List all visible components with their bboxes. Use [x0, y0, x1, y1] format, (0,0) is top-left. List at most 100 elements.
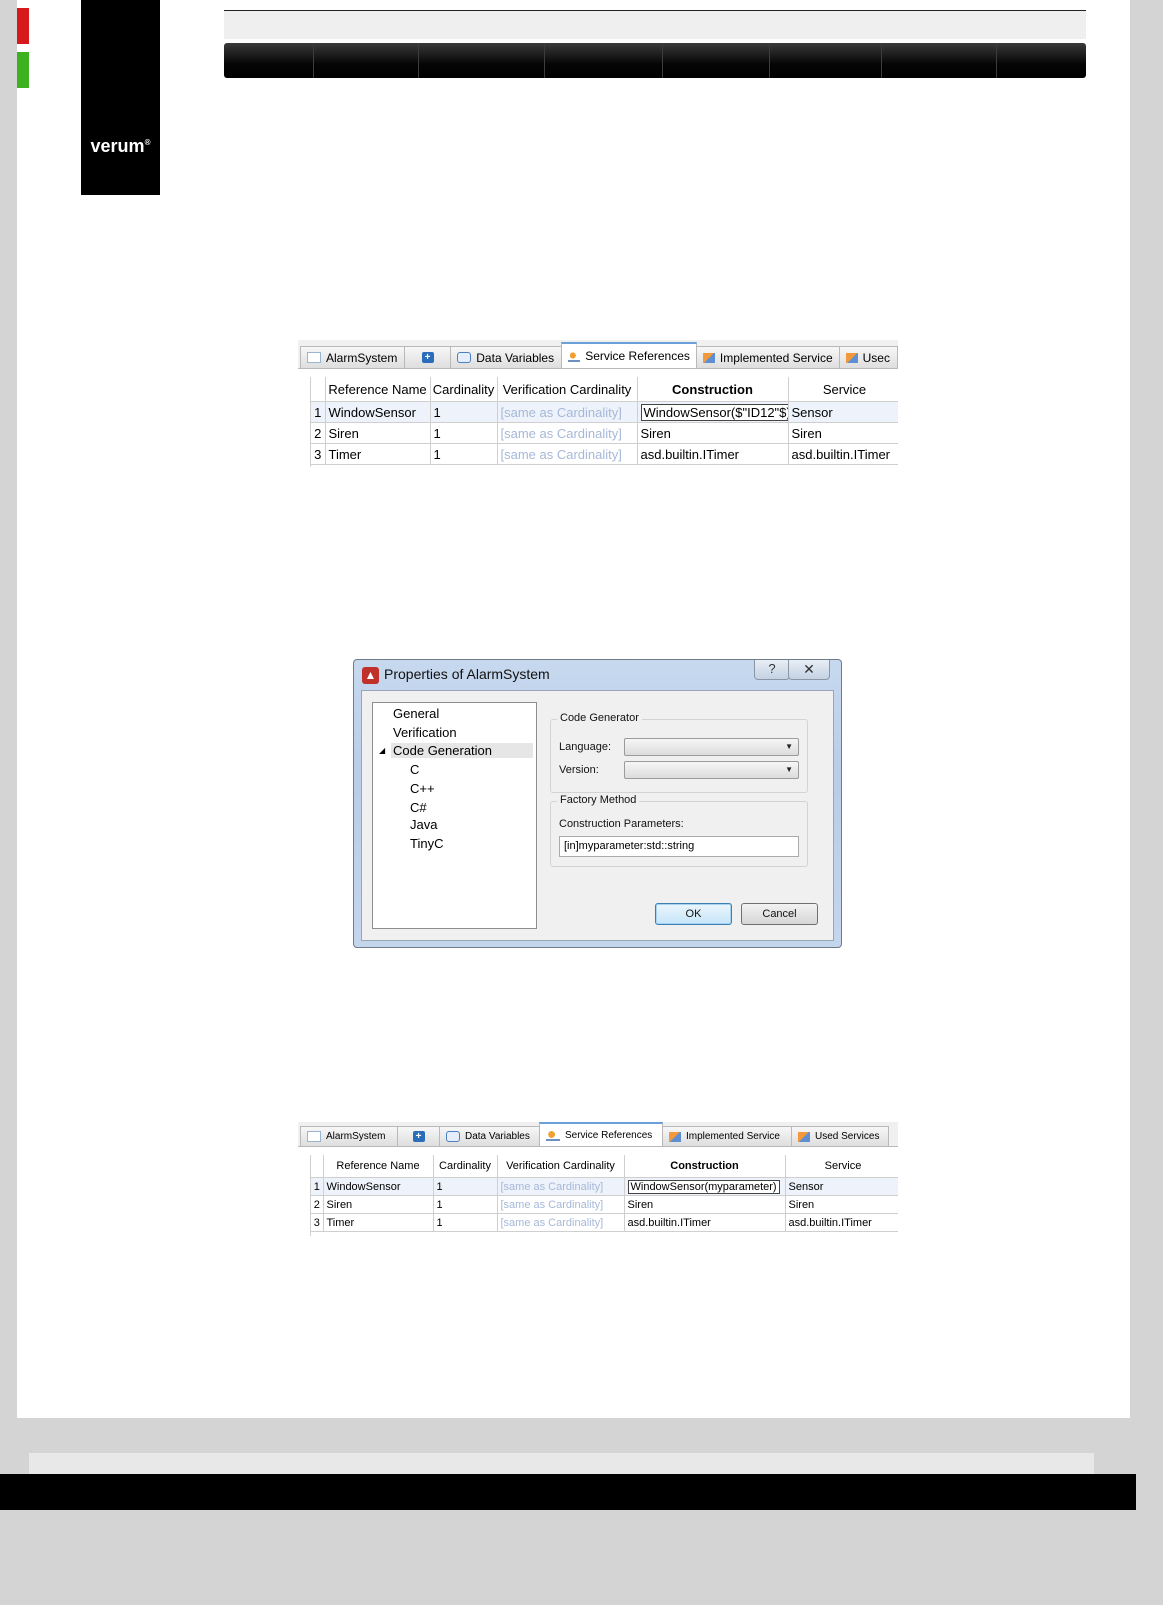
column-header-reference-name[interactable]: Reference Name [325, 377, 431, 402]
column-header-verification-cardinality[interactable]: Verification Cardinality [497, 377, 638, 402]
column-header-reference-name[interactable]: Reference Name [323, 1155, 434, 1178]
dialog-body: General Verification ◢ Code Generation C… [361, 690, 834, 941]
table-row[interactable]: 3 Timer 1 [same as Cardinality] asd.buil… [311, 1213, 898, 1232]
service-cell[interactable]: Sensor [788, 401, 898, 423]
tree-item-csharp[interactable]: C# [410, 800, 427, 815]
nav-item[interactable] [663, 43, 770, 78]
cardinality-cell[interactable]: 1 [430, 401, 498, 423]
verification-cardinality-cell[interactable]: [same as Cardinality] [497, 1195, 625, 1214]
accent-bar-red [17, 8, 29, 44]
reference-name-cell[interactable]: Timer [323, 1213, 434, 1232]
tab-implemented-service[interactable]: Implemented Service [695, 346, 840, 368]
tab-add[interactable]: + [397, 1126, 440, 1146]
tree-item-java[interactable]: Java [410, 817, 437, 832]
plus-icon: + [421, 352, 434, 363]
tab-label: Implemented Service [686, 1131, 780, 1142]
document-icon [307, 352, 321, 363]
service-references-panel-after: AlarmSystem + Data Variables Service Ref… [298, 1122, 898, 1236]
factory-method-group: Factory Method Construction Parameters: … [550, 794, 808, 867]
construction-cell[interactable]: asd.builtin.ITimer [637, 443, 789, 465]
service-cell[interactable]: asd.builtin.ITimer [788, 443, 898, 465]
column-header-cardinality[interactable]: Cardinality [433, 1155, 498, 1178]
plus-icon: + [412, 1131, 425, 1142]
service-cell[interactable]: Siren [785, 1195, 898, 1214]
tab-alarmsystem[interactable]: AlarmSystem [300, 1126, 398, 1146]
column-header-construction[interactable]: Construction [624, 1155, 786, 1178]
construction-cell[interactable]: WindowSensor(myparameter) [624, 1177, 786, 1196]
reference-name-cell[interactable]: Siren [325, 422, 431, 444]
tree-item-general[interactable]: General [393, 706, 439, 721]
construction-editor[interactable]: WindowSensor(myparameter) [627, 1179, 780, 1194]
nav-item[interactable] [770, 43, 883, 78]
column-header-construction[interactable]: Construction [637, 377, 789, 402]
tab-data-variables[interactable]: Data Variables [450, 346, 562, 368]
language-label: Language: [559, 741, 611, 753]
cardinality-cell[interactable]: 1 [433, 1213, 498, 1232]
tab-add[interactable]: + [403, 346, 452, 368]
cardinality-cell[interactable]: 1 [430, 443, 498, 465]
construction-cell[interactable]: asd.builtin.ITimer [624, 1213, 786, 1232]
nav-item[interactable] [419, 43, 546, 78]
tree-item-verification[interactable]: Verification [393, 725, 457, 740]
verification-cardinality-cell[interactable]: [same as Cardinality] [497, 443, 638, 465]
tree-item-tinyc[interactable]: TinyC [410, 836, 443, 851]
tab-alarmsystem[interactable]: AlarmSystem [300, 346, 405, 368]
ok-button[interactable]: OK [655, 903, 732, 925]
tab-used-services[interactable]: Usec [838, 346, 898, 368]
cancel-button[interactable]: Cancel [741, 903, 818, 925]
service-cell[interactable]: Siren [788, 422, 898, 444]
tab-used-services[interactable]: Used Services [791, 1126, 889, 1146]
nav-item[interactable] [314, 43, 419, 78]
table-row[interactable]: 3 Timer 1 [same as Cardinality] asd.buil… [311, 443, 898, 465]
verification-cardinality-cell[interactable]: [same as Cardinality] [497, 1177, 625, 1196]
reference-name-cell[interactable]: WindowSensor [323, 1177, 434, 1196]
table-row[interactable]: 2 Siren 1 [same as Cardinality] Siren Si… [311, 1195, 898, 1214]
column-header-cardinality[interactable]: Cardinality [430, 377, 498, 402]
table-row[interactable]: 2 Siren 1 [same as Cardinality] Siren Si… [311, 422, 898, 444]
construction-parameters-label: Construction Parameters: [559, 818, 684, 830]
tab-data-variables[interactable]: Data Variables [439, 1126, 540, 1146]
nav-bar [224, 43, 1086, 78]
verification-cardinality-cell[interactable]: [same as Cardinality] [497, 1213, 625, 1232]
verification-cardinality-cell[interactable]: [same as Cardinality] [497, 422, 638, 444]
reference-name-cell[interactable]: Timer [325, 443, 431, 465]
column-header-service[interactable]: Service [785, 1155, 898, 1178]
construction-parameters-input[interactable]: [in]myparameter:std::string [559, 836, 799, 857]
construction-cell[interactable]: Siren [624, 1195, 786, 1214]
expand-triangle-icon[interactable]: ◢ [379, 743, 385, 759]
construction-cell[interactable]: WindowSensor($"ID12"$) [637, 401, 789, 423]
tab-service-references[interactable]: Service References [560, 342, 697, 368]
cardinality-cell[interactable]: 1 [433, 1195, 498, 1214]
service-references-table: Reference Name Cardinality Verification … [311, 1155, 898, 1232]
tree-item-c[interactable]: C [410, 762, 419, 777]
table-row[interactable]: 1 WindowSensor 1 [same as Cardinality] W… [311, 1177, 898, 1196]
tab-service-references[interactable]: Service References [539, 1122, 663, 1146]
category-tree: General Verification ◢ Code Generation C… [372, 702, 537, 929]
column-header-verification-cardinality[interactable]: Verification Cardinality [497, 1155, 625, 1178]
service-cell[interactable]: asd.builtin.ITimer [785, 1213, 898, 1232]
nav-item[interactable] [545, 43, 664, 78]
nav-item[interactable] [224, 43, 315, 78]
tab-implemented-service[interactable]: Implemented Service [662, 1126, 792, 1146]
tree-item-code-generation[interactable]: Code Generation [391, 743, 533, 758]
construction-editor[interactable]: WindowSensor($"ID12"$) [640, 403, 787, 421]
service-cell[interactable]: Sensor [785, 1177, 898, 1196]
reference-name-cell[interactable]: Siren [323, 1195, 434, 1214]
tree-item-cpp[interactable]: C++ [410, 781, 435, 796]
row-number-header [311, 377, 326, 402]
implemented-service-icon [702, 352, 715, 363]
close-icon[interactable]: ✕ [788, 660, 830, 680]
verification-cardinality-cell[interactable]: [same as Cardinality] [497, 401, 638, 423]
nav-item[interactable] [882, 43, 997, 78]
cardinality-cell[interactable]: 1 [433, 1177, 498, 1196]
version-select[interactable]: ▼ [624, 761, 799, 779]
table-row[interactable]: 1 WindowSensor 1 [same as Cardinality] W… [311, 401, 898, 423]
nav-item[interactable] [997, 43, 1086, 78]
construction-cell[interactable]: Siren [637, 422, 789, 444]
cardinality-cell[interactable]: 1 [430, 422, 498, 444]
tab-label: Implemented Service [719, 350, 833, 365]
help-icon[interactable]: ? [754, 660, 790, 680]
language-select[interactable]: ▼ [624, 738, 799, 756]
reference-name-cell[interactable]: WindowSensor [325, 401, 431, 423]
column-header-service[interactable]: Service [788, 377, 898, 402]
